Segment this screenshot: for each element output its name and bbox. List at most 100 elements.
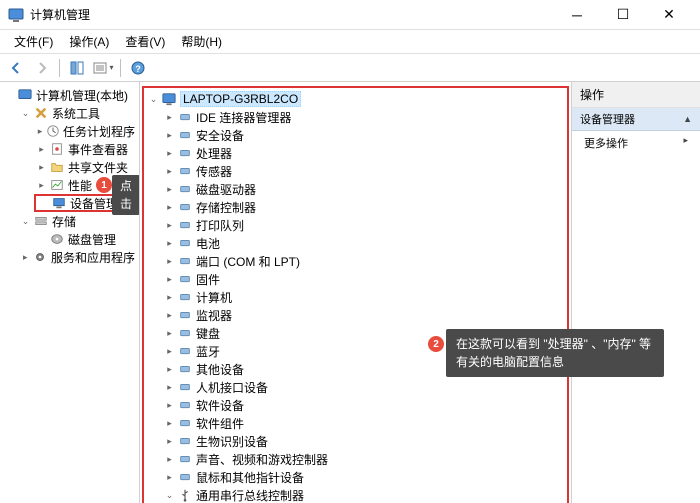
device-category-label: 计算机 [196, 289, 232, 306]
forward-button[interactable] [30, 57, 54, 79]
tree-event-viewer[interactable]: ▸事件查看器 [34, 140, 137, 158]
toolbar: ▾ ? [0, 54, 700, 82]
device-category[interactable]: ▸处理器 [162, 144, 565, 162]
expand-icon[interactable]: ▸ [164, 202, 175, 213]
back-button[interactable] [4, 57, 28, 79]
menu-file[interactable]: 文件(F) [6, 31, 61, 52]
device-tree-pane[interactable]: ⌄ LAPTOP-G3RBL2CO ▸IDE 连接器管理器▸安全设备▸处理器▸传… [140, 82, 572, 503]
annotation-badge-2: 2 [428, 336, 444, 352]
expand-icon[interactable]: ▸ [164, 274, 175, 285]
expand-icon[interactable]: ▸ [164, 166, 175, 177]
event-icon [49, 141, 65, 157]
expand-icon[interactable]: ▸ [164, 400, 175, 411]
device-category-icon [177, 397, 193, 413]
device-category-icon [177, 433, 193, 449]
expand-icon[interactable]: ▸ [164, 148, 175, 159]
device-category-label: 监视器 [196, 307, 232, 324]
menu-help[interactable]: 帮助(H) [173, 31, 230, 52]
tree-task-scheduler[interactable]: ▸任务计划程序 [34, 122, 137, 140]
more-actions[interactable]: 更多操作 ▸ [572, 131, 700, 155]
device-category[interactable]: ▸声音、视频和游戏控制器 [162, 450, 565, 468]
tree-system-tools[interactable]: ⌄ 系统工具 [18, 104, 137, 122]
expand-icon[interactable]: ▸ [164, 220, 175, 231]
device-category[interactable]: ▸端口 (COM 和 LPT) [162, 252, 565, 270]
device-category[interactable]: ▸磁盘驱动器 [162, 180, 565, 198]
actions-pane: 操作 设备管理器 ▲ 更多操作 ▸ [572, 82, 700, 503]
actions-section-label: 设备管理器 [580, 111, 635, 127]
window-controls: ─ ☐ ✕ [554, 0, 692, 30]
device-category[interactable]: ▸存储控制器 [162, 198, 565, 216]
expand-icon[interactable]: ▸ [164, 328, 175, 339]
expand-icon[interactable]: ▸ [164, 346, 175, 357]
device-category-icon [177, 199, 193, 215]
expand-icon[interactable]: ▸ [164, 292, 175, 303]
device-category[interactable]: ▸IDE 连接器管理器 [162, 108, 565, 126]
device-category-label: 其他设备 [196, 361, 244, 378]
collapse-icon[interactable]: ⌄ [20, 216, 31, 227]
expand-icon[interactable]: ▸ [164, 364, 175, 375]
expand-icon[interactable]: ▸ [36, 180, 47, 191]
computer-icon [17, 87, 33, 103]
device-category[interactable]: ▸生物识别设备 [162, 432, 565, 450]
actions-section[interactable]: 设备管理器 ▲ [572, 108, 700, 131]
expand-icon[interactable]: ▸ [164, 238, 175, 249]
device-category[interactable]: ▸ 计算机 [162, 288, 565, 306]
device-category-icon [177, 163, 193, 179]
storage-icon [33, 213, 49, 229]
device-category[interactable]: ▸人机接口设备 [162, 378, 565, 396]
expand-icon[interactable]: ▸ [164, 472, 175, 483]
device-category[interactable]: ▸ 监视器 [162, 306, 565, 324]
expand-icon[interactable]: ▸ [164, 382, 175, 393]
menu-view[interactable]: 查看(V) [117, 31, 173, 52]
expand-icon[interactable]: ▸ [164, 112, 175, 123]
tree-services[interactable]: ▸ 服务和应用程序 [18, 248, 137, 266]
minimize-button[interactable]: ─ [554, 0, 600, 30]
device-usb-controllers[interactable]: ⌄ 通用串行总线控制器 [162, 486, 565, 503]
expand-icon[interactable]: ▸ [36, 162, 47, 173]
device-category[interactable]: ▸ 鼠标和其他指针设备 [162, 468, 565, 486]
show-hide-button[interactable] [65, 57, 89, 79]
menu-action[interactable]: 操作(A) [61, 31, 117, 52]
expand-icon[interactable]: ▸ [36, 144, 47, 155]
expand-icon[interactable]: ▸ [164, 130, 175, 141]
device-category[interactable]: ▸打印队列 [162, 216, 565, 234]
device-category[interactable]: ▸传感器 [162, 162, 565, 180]
device-category[interactable]: ▸软件组件 [162, 414, 565, 432]
device-category-label: 鼠标和其他指针设备 [196, 469, 304, 486]
collapse-icon[interactable]: ⌄ [20, 108, 31, 119]
expand-icon[interactable]: ▸ [164, 256, 175, 267]
expand-icon[interactable]: ▸ [164, 310, 175, 321]
tree-shared-folders[interactable]: ▸共享文件夹 [34, 158, 137, 176]
device-icon [51, 195, 67, 211]
close-button[interactable]: ✕ [646, 0, 692, 30]
device-category-label: 通用串行总线控制器 [196, 487, 304, 503]
tree-root-computer-mgmt[interactable]: ▸ 计算机管理(本地) [2, 86, 137, 104]
device-category[interactable]: ▸固件 [162, 270, 565, 288]
tree-label: 存储 [52, 213, 76, 230]
tree-label: 系统工具 [52, 105, 100, 122]
left-tree-pane[interactable]: ▸ 计算机管理(本地) ⌄ 系统工具 ▸任务计划程序 ▸事件查看器 [0, 82, 140, 503]
expand-icon[interactable]: ▸ [36, 126, 44, 137]
menubar: 文件(F) 操作(A) 查看(V) 帮助(H) [0, 30, 700, 54]
device-root[interactable]: ⌄ LAPTOP-G3RBL2CO [146, 90, 565, 108]
device-category[interactable]: ▸安全设备 [162, 126, 565, 144]
expand-icon[interactable]: ▸ [164, 184, 175, 195]
device-category-icon [177, 271, 193, 287]
tree-disk-mgmt[interactable]: ▸磁盘管理 [34, 230, 137, 248]
collapse-icon[interactable]: ⌄ [148, 94, 159, 105]
help-button[interactable]: ? [126, 57, 150, 79]
device-category-icon [177, 289, 193, 305]
collapse-icon[interactable]: ⌄ [164, 490, 175, 501]
highlight-box: ⌄ LAPTOP-G3RBL2CO ▸IDE 连接器管理器▸安全设备▸处理器▸传… [142, 86, 569, 503]
expand-icon[interactable]: ▸ [20, 252, 31, 263]
content-area: ▸ 计算机管理(本地) ⌄ 系统工具 ▸任务计划程序 ▸事件查看器 [0, 82, 700, 503]
device-category-icon [177, 343, 193, 359]
device-category[interactable]: ▸电池 [162, 234, 565, 252]
expand-icon[interactable]: ▸ [164, 454, 175, 465]
maximize-button[interactable]: ☐ [600, 0, 646, 30]
expand-icon[interactable]: ▸ [164, 436, 175, 447]
svg-text:?: ? [135, 64, 141, 74]
properties-button[interactable]: ▾ [91, 57, 115, 79]
device-category[interactable]: ▸软件设备 [162, 396, 565, 414]
expand-icon[interactable]: ▸ [164, 418, 175, 429]
